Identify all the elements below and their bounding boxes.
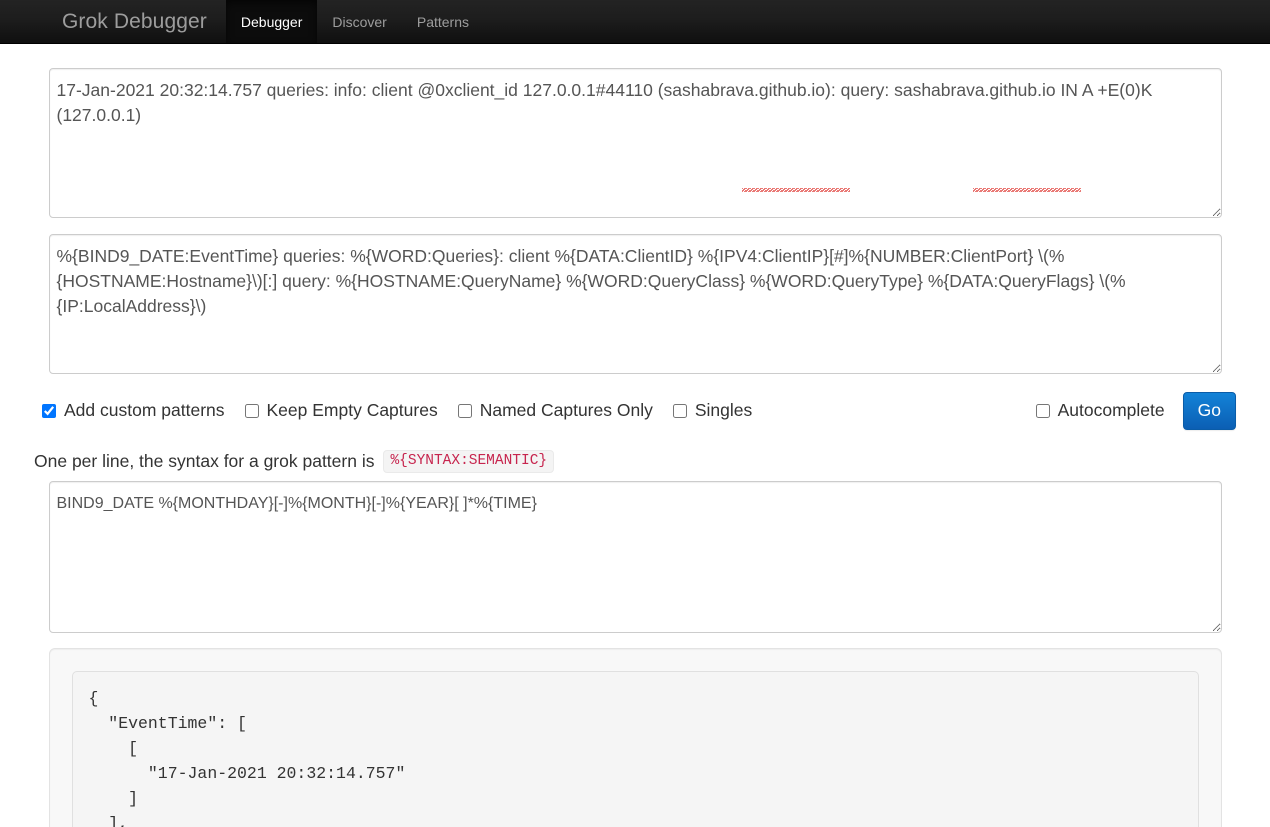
syntax-hint-text: One per line, the syntax for a grok patt… [34,450,375,471]
pattern-wrapper [34,234,1236,374]
option-keep-empty-captures[interactable]: Keep Empty Captures [244,400,438,421]
grok-pattern-textarea[interactable] [48,234,1222,374]
named-captures-only-label: Named Captures Only [479,400,653,421]
add-custom-patterns-label: Add custom patterns [64,400,225,421]
nav-link-patterns[interactable]: Patterns [402,0,484,43]
page-container: Add custom patterns Keep Empty Captures … [0,68,1270,827]
input-log-textarea[interactable] [48,68,1222,218]
keep-empty-captures-label: Keep Empty Captures [266,400,438,421]
nav-link-discover[interactable]: Discover [317,0,401,43]
autocomplete-checkbox[interactable] [1035,404,1050,418]
nav-item-debugger[interactable]: Debugger [225,0,318,43]
brand-link[interactable]: Grok Debugger [62,0,226,43]
option-singles[interactable]: Singles [672,400,753,421]
option-add-custom-patterns[interactable]: Add custom patterns [42,402,225,420]
options-right-group: Autocomplete Go [1035,392,1236,430]
named-captures-only-checkbox[interactable] [457,404,472,418]
top-navbar: Grok Debugger Debugger Discover Patterns [0,0,1270,44]
nav-links: Debugger Discover Patterns [225,0,484,43]
option-named-captures-only[interactable]: Named Captures Only [457,400,653,421]
add-custom-patterns-checkbox[interactable] [42,404,56,418]
nav-item-discover[interactable]: Discover [317,0,401,43]
go-button[interactable]: Go [1182,392,1236,430]
output-json: { "EventTime": [ [ "17-Jan-2021 20:32:14… [71,670,1199,827]
custom-patterns-textarea[interactable] [48,480,1222,633]
syntax-hint: One per line, the syntax for a grok patt… [34,450,1236,473]
output-panel: { "EventTime": [ [ "17-Jan-2021 20:32:14… [48,647,1222,827]
singles-label: Singles [694,400,753,421]
syntax-hint-code: %{SYNTAX:SEMANTIC} [383,450,555,473]
singles-checkbox[interactable] [672,404,687,418]
nav-link-debugger[interactable]: Debugger [225,0,318,43]
option-autocomplete[interactable]: Autocomplete [1035,400,1165,421]
options-row: Add custom patterns Keep Empty Captures … [34,392,1236,430]
custom-patterns-wrapper [34,480,1236,633]
autocomplete-label: Autocomplete [1057,400,1165,421]
input-log-wrapper [34,68,1236,218]
navbar-inner: Grok Debugger Debugger Discover Patterns [62,0,484,43]
nav-item-patterns[interactable]: Patterns [402,0,484,43]
keep-empty-captures-checkbox[interactable] [244,404,259,418]
